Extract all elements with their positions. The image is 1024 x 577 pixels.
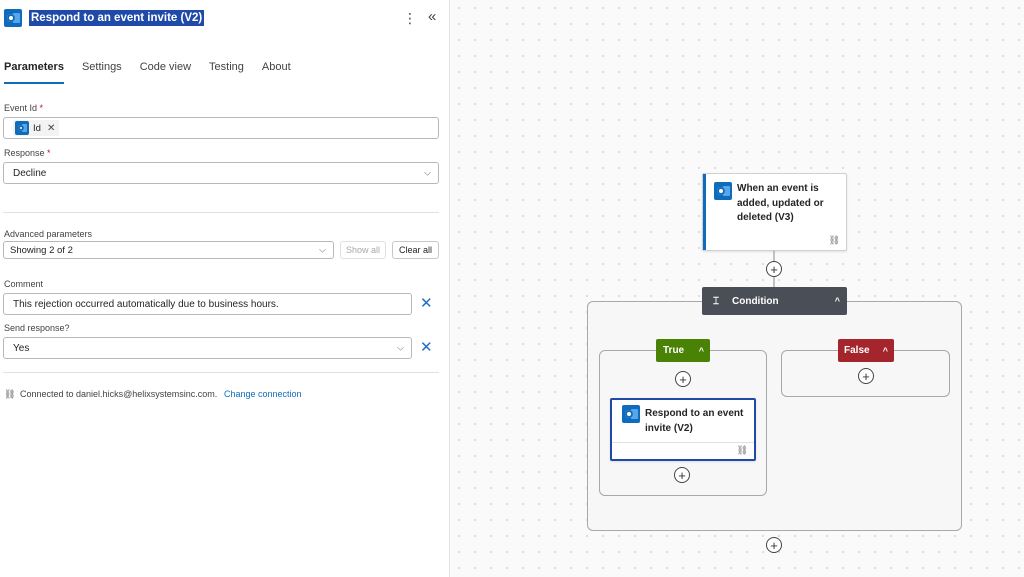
response-value: Decline	[13, 167, 47, 179]
add-action-button[interactable]: +	[674, 467, 690, 483]
connection-status: Connected to daniel.hicks@helixsystemsin…	[20, 389, 218, 399]
event-id-label-text: Event Id	[4, 103, 38, 113]
more-options-button[interactable]: ⋮	[403, 10, 417, 26]
required-marker: *	[47, 148, 51, 158]
id-token-label: Id	[33, 122, 41, 134]
change-connection-link[interactable]: Change connection	[224, 389, 302, 399]
comment-input[interactable]: This rejection occurred automatically du…	[3, 293, 412, 315]
tab-about[interactable]: About	[262, 61, 291, 84]
condition-icon: ⌶	[713, 295, 719, 307]
event-id-field[interactable]: Id ✕	[3, 117, 439, 139]
comment-value: This rejection occurred automatically du…	[13, 298, 279, 310]
send-response-value: Yes	[13, 342, 30, 354]
add-action-button[interactable]: +	[766, 261, 782, 277]
send-response-dropdown[interactable]: Yes ⌵	[3, 337, 412, 359]
divider	[3, 372, 439, 373]
tab-testing[interactable]: Testing	[209, 61, 244, 84]
clear-all-button[interactable]: Clear all	[392, 241, 439, 259]
card-divider	[612, 442, 754, 443]
chevron-down-icon: ⌵	[319, 244, 326, 255]
action-title-input[interactable]: Respond to an event invite (V2)	[29, 10, 205, 26]
link-icon: ⛓	[4, 389, 16, 399]
show-all-button[interactable]: Show all	[340, 241, 386, 259]
outlook-icon	[622, 405, 640, 423]
add-action-button[interactable]: +	[858, 368, 874, 384]
trigger-title: When an event is added, updated or delet…	[737, 183, 824, 223]
divider	[3, 212, 439, 213]
tab-settings[interactable]: Settings	[82, 61, 122, 84]
action-card-title: Respond to an event invite (V2)	[645, 408, 744, 434]
link-icon: ⛓	[828, 235, 840, 245]
chevron-down-icon: ⌵	[397, 342, 404, 353]
outlook-icon	[714, 182, 732, 200]
response-label-text: Response	[4, 148, 45, 158]
link-icon: ⛓	[736, 445, 748, 455]
clear-comment-icon[interactable]: ✕	[420, 296, 433, 311]
panel-header: Respond to an event invite (V2)	[4, 9, 205, 27]
response-label: Response *	[4, 148, 51, 158]
chevron-down-icon: ⌵	[424, 167, 431, 178]
true-label-text: True	[663, 345, 685, 356]
advanced-parameters-value: Showing 2 of 2	[10, 244, 73, 256]
condition-header[interactable]: ⌶ Condition ^	[702, 287, 847, 315]
trigger-card[interactable]: When an event is added, updated or delet…	[702, 173, 847, 251]
send-response-label: Send response?	[4, 323, 70, 333]
action-config-panel: Respond to an event invite (V2) ⋮ « Para…	[0, 0, 450, 577]
required-marker: *	[39, 103, 44, 113]
collapse-caret-icon[interactable]: ^	[883, 346, 888, 356]
false-label-text: False	[844, 345, 870, 356]
collapse-panel-icon[interactable]: «	[428, 9, 436, 25]
event-id-label: Event Id *	[4, 103, 43, 113]
tab-code-view[interactable]: Code view	[140, 61, 191, 84]
card-accent-bar	[703, 174, 706, 250]
advanced-parameters-label: Advanced parameters	[4, 229, 93, 239]
respond-action-card[interactable]: Respond to an event invite (V2) ⛓	[610, 398, 756, 461]
outlook-icon	[4, 9, 22, 27]
response-dropdown[interactable]: Decline ⌵	[3, 162, 439, 184]
remove-token-icon[interactable]: ✕	[47, 123, 55, 134]
collapse-caret-icon[interactable]: ^	[835, 296, 840, 306]
id-token-chip[interactable]: Id ✕	[13, 120, 60, 136]
outlook-icon	[15, 121, 29, 135]
tab-parameters[interactable]: Parameters	[4, 61, 64, 84]
condition-title: Condition	[732, 295, 779, 307]
true-branch-label[interactable]: True ^	[656, 339, 710, 362]
false-branch-label[interactable]: False ^	[838, 339, 894, 362]
comment-label: Comment	[4, 279, 44, 289]
advanced-parameters-dropdown[interactable]: Showing 2 of 2 ⌵	[3, 241, 334, 259]
add-action-button[interactable]: +	[675, 371, 691, 387]
add-action-button[interactable]: +	[766, 537, 782, 553]
clear-send-response-icon[interactable]: ✕	[420, 340, 433, 355]
panel-tabs: Parameters Settings Code view Testing Ab…	[4, 61, 291, 84]
collapse-caret-icon[interactable]: ^	[699, 346, 704, 356]
